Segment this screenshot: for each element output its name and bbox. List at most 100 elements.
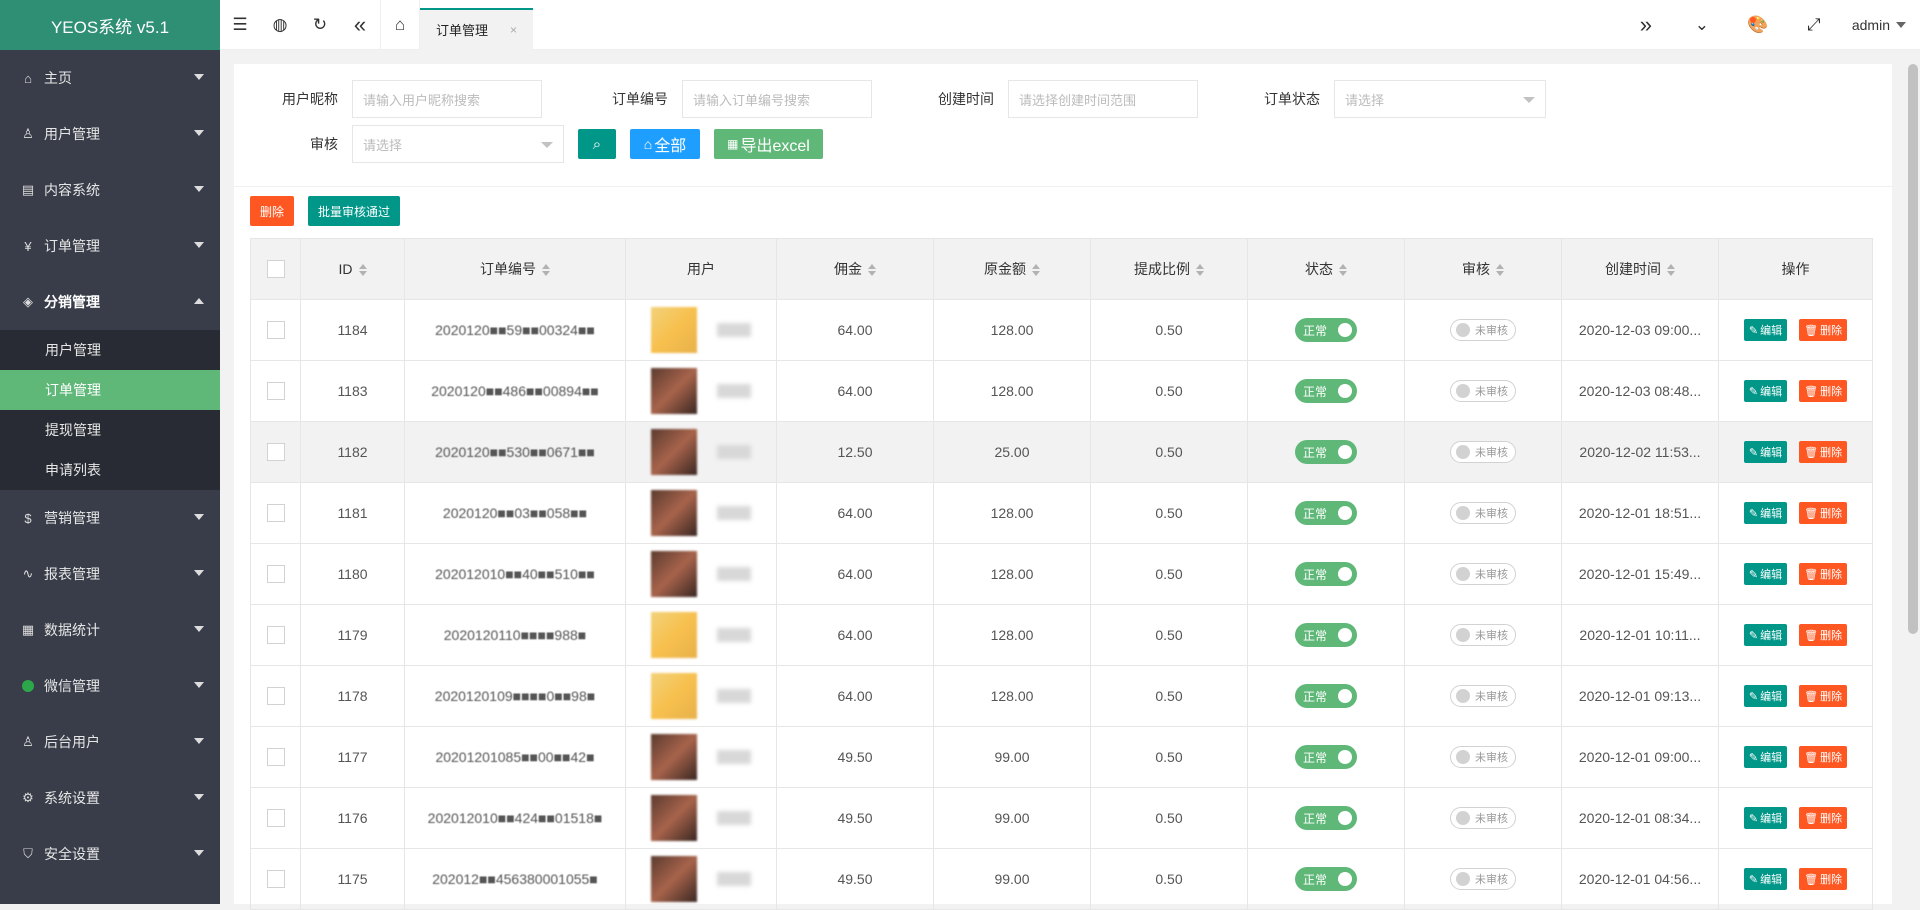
delete-row-button[interactable]: 🗑 删除 <box>1799 624 1848 646</box>
sidebar-item[interactable]: ◈ 分销管理 <box>0 274 220 330</box>
tabs-menu-icon[interactable]: ⌄ <box>1674 0 1730 50</box>
theme-icon[interactable]: 🎨 <box>1730 0 1786 50</box>
audit-switch[interactable]: 未审核 <box>1450 685 1516 707</box>
tab-order-management[interactable]: 订单管理 × <box>420 7 534 50</box>
table-row[interactable]: 1180 202012010■■40■■510■■ 64.00 128.00 0.50 正… <box>250 543 1873 605</box>
page-scrollbar[interactable] <box>1908 64 1918 634</box>
audit-switch[interactable]: 未审核 <box>1450 441 1516 463</box>
search-button[interactable]: ⌕ <box>578 129 616 159</box>
delete-row-button[interactable]: 🗑 删除 <box>1799 746 1848 768</box>
status-switch[interactable]: 正常 <box>1295 867 1357 891</box>
nickname-input[interactable]: 请输入用户昵称搜索 <box>352 80 542 118</box>
order-status-select[interactable]: 请选择 <box>1334 80 1546 118</box>
header-original[interactable]: 原金额 <box>933 238 1091 300</box>
delete-row-button[interactable]: 🗑 删除 <box>1799 380 1848 402</box>
row-checkbox[interactable] <box>266 687 285 706</box>
menu-toggle-icon[interactable]: ☰ <box>220 0 260 50</box>
app-logo[interactable]: YEOS系统 v5.1 <box>0 0 220 50</box>
row-checkbox[interactable] <box>266 382 285 401</box>
sidebar-item[interactable]: ⚙ 系统设置 <box>0 770 220 826</box>
row-checkbox[interactable] <box>266 321 285 340</box>
status-switch[interactable]: 正常 <box>1295 562 1357 586</box>
delete-row-button[interactable]: 🗑 删除 <box>1799 685 1848 707</box>
header-created[interactable]: 创建时间 <box>1561 238 1719 300</box>
edit-button[interactable]: ✎ 编辑 <box>1743 624 1788 646</box>
globe-icon[interactable]: ◍ <box>260 0 300 50</box>
home-tab-icon[interactable]: ⌂ <box>380 0 420 50</box>
audit-switch[interactable]: 未审核 <box>1450 746 1516 768</box>
table-row[interactable]: 1183 2020120■■486■■00894■■ 64.00 128.00 0.50… <box>250 360 1873 422</box>
edit-button[interactable]: ✎ 编辑 <box>1743 807 1788 829</box>
tabs-right-icon[interactable]: » <box>1618 0 1674 50</box>
table-row[interactable]: 1175 202012■■456380001055■ 49.50 99.00 0.50 正… <box>250 848 1873 910</box>
status-switch[interactable]: 正常 <box>1295 440 1357 464</box>
all-button[interactable]: ⌂ 全部 <box>630 129 700 159</box>
sidebar-item[interactable]: ∿ 报表管理 <box>0 546 220 602</box>
sidebar-item[interactable]: $ 营销管理 <box>0 490 220 546</box>
edit-button[interactable]: ✎ 编辑 <box>1743 380 1788 402</box>
audit-switch[interactable]: 未审核 <box>1450 563 1516 585</box>
sidebar-item[interactable]: ⌂ 主页 <box>0 50 220 106</box>
audit-switch[interactable]: 未审核 <box>1450 380 1516 402</box>
edit-button[interactable]: ✎ 编辑 <box>1743 319 1788 341</box>
fullscreen-icon[interactable]: ⤢ <box>1786 0 1842 50</box>
sidebar-item[interactable]: ♙ 后台用户 <box>0 714 220 770</box>
row-checkbox[interactable] <box>266 809 285 828</box>
audit-switch[interactable]: 未审核 <box>1450 624 1516 646</box>
delete-row-button[interactable]: 🗑 删除 <box>1799 563 1848 585</box>
row-checkbox[interactable] <box>266 443 285 462</box>
row-checkbox[interactable] <box>266 748 285 767</box>
created-time-input[interactable]: 请选择创建时间范围 <box>1008 80 1198 118</box>
select-all-checkbox[interactable] <box>266 260 285 279</box>
status-switch[interactable]: 正常 <box>1295 806 1357 830</box>
audit-switch[interactable]: 未审核 <box>1450 868 1516 890</box>
audit-switch[interactable]: 未审核 <box>1450 807 1516 829</box>
status-switch[interactable]: 正常 <box>1295 623 1357 647</box>
audit-select[interactable]: 请选择 <box>352 125 564 163</box>
table-row[interactable]: 1182 2020120■■530■■0671■■ 12.50 25.00 0.50 正常… <box>250 421 1873 483</box>
delete-row-button[interactable]: 🗑 删除 <box>1799 807 1848 829</box>
sidebar-item[interactable]: ▤ 内容系统 <box>0 162 220 218</box>
delete-row-button[interactable]: 🗑 删除 <box>1799 319 1848 341</box>
refresh-icon[interactable]: ↻ <box>300 0 340 50</box>
batch-approve-button[interactable]: 批量审核通过 <box>308 196 400 226</box>
sidebar-subitem[interactable]: 订单管理 <box>0 370 220 410</box>
tabs-left-icon[interactable]: « <box>340 0 380 50</box>
status-switch[interactable]: 正常 <box>1295 318 1357 342</box>
sidebar-subitem[interactable]: 提现管理 <box>0 410 220 450</box>
header-audit[interactable]: 审核 <box>1404 238 1562 300</box>
edit-button[interactable]: ✎ 编辑 <box>1743 441 1788 463</box>
sidebar-item[interactable]: ▦ 数据统计 <box>0 602 220 658</box>
sidebar-item[interactable]: ♙ 用户管理 <box>0 106 220 162</box>
status-switch[interactable]: 正常 <box>1295 684 1357 708</box>
sidebar-item[interactable]: 微信管理 <box>0 658 220 714</box>
edit-button[interactable]: ✎ 编辑 <box>1743 563 1788 585</box>
audit-switch[interactable]: 未审核 <box>1450 319 1516 341</box>
edit-button[interactable]: ✎ 编辑 <box>1743 868 1788 890</box>
status-switch[interactable]: 正常 <box>1295 501 1357 525</box>
tab-close-icon[interactable]: × <box>510 23 517 37</box>
edit-button[interactable]: ✎ 编辑 <box>1743 685 1788 707</box>
table-row[interactable]: 1179 2020120110■■■■988■ 64.00 128.00 0.50 正常 未… <box>250 604 1873 666</box>
user-menu[interactable]: admin <box>1842 17 1920 33</box>
table-row[interactable]: 1178 2020120109■■■■0■■98■ 64.00 128.00 0.50 正… <box>250 665 1873 727</box>
delete-row-button[interactable]: 🗑 删除 <box>1799 868 1848 890</box>
edit-button[interactable]: ✎ 编辑 <box>1743 746 1788 768</box>
table-row[interactable]: 1176 202012010■■424■■01518■ 49.50 99.00 0.50… <box>250 787 1873 849</box>
delete-button[interactable]: 删除 <box>250 196 294 226</box>
order-no-input[interactable]: 请输入订单编号搜索 <box>682 80 872 118</box>
table-row[interactable]: 1177 20201201085■■00■■42■ 49.50 99.00 0.50 正常… <box>250 726 1873 788</box>
header-commission[interactable]: 佣金 <box>776 238 934 300</box>
status-switch[interactable]: 正常 <box>1295 745 1357 769</box>
sidebar-item[interactable]: ¥ 订单管理 <box>0 218 220 274</box>
delete-row-button[interactable]: 🗑 删除 <box>1799 441 1848 463</box>
sidebar-item[interactable]: ⛉ 安全设置 <box>0 826 220 882</box>
delete-row-button[interactable]: 🗑 删除 <box>1799 502 1848 524</box>
edit-button[interactable]: ✎ 编辑 <box>1743 502 1788 524</box>
header-ratio[interactable]: 提成比例 <box>1090 238 1248 300</box>
header-id[interactable]: ID <box>300 238 405 300</box>
header-order-no[interactable]: 订单编号 <box>404 238 626 300</box>
sidebar-subitem[interactable]: 用户管理 <box>0 330 220 370</box>
table-row[interactable]: 1184 2020120■■59■■00324■■ 64.00 128.00 0.50 正… <box>250 299 1873 361</box>
row-checkbox[interactable] <box>266 565 285 584</box>
